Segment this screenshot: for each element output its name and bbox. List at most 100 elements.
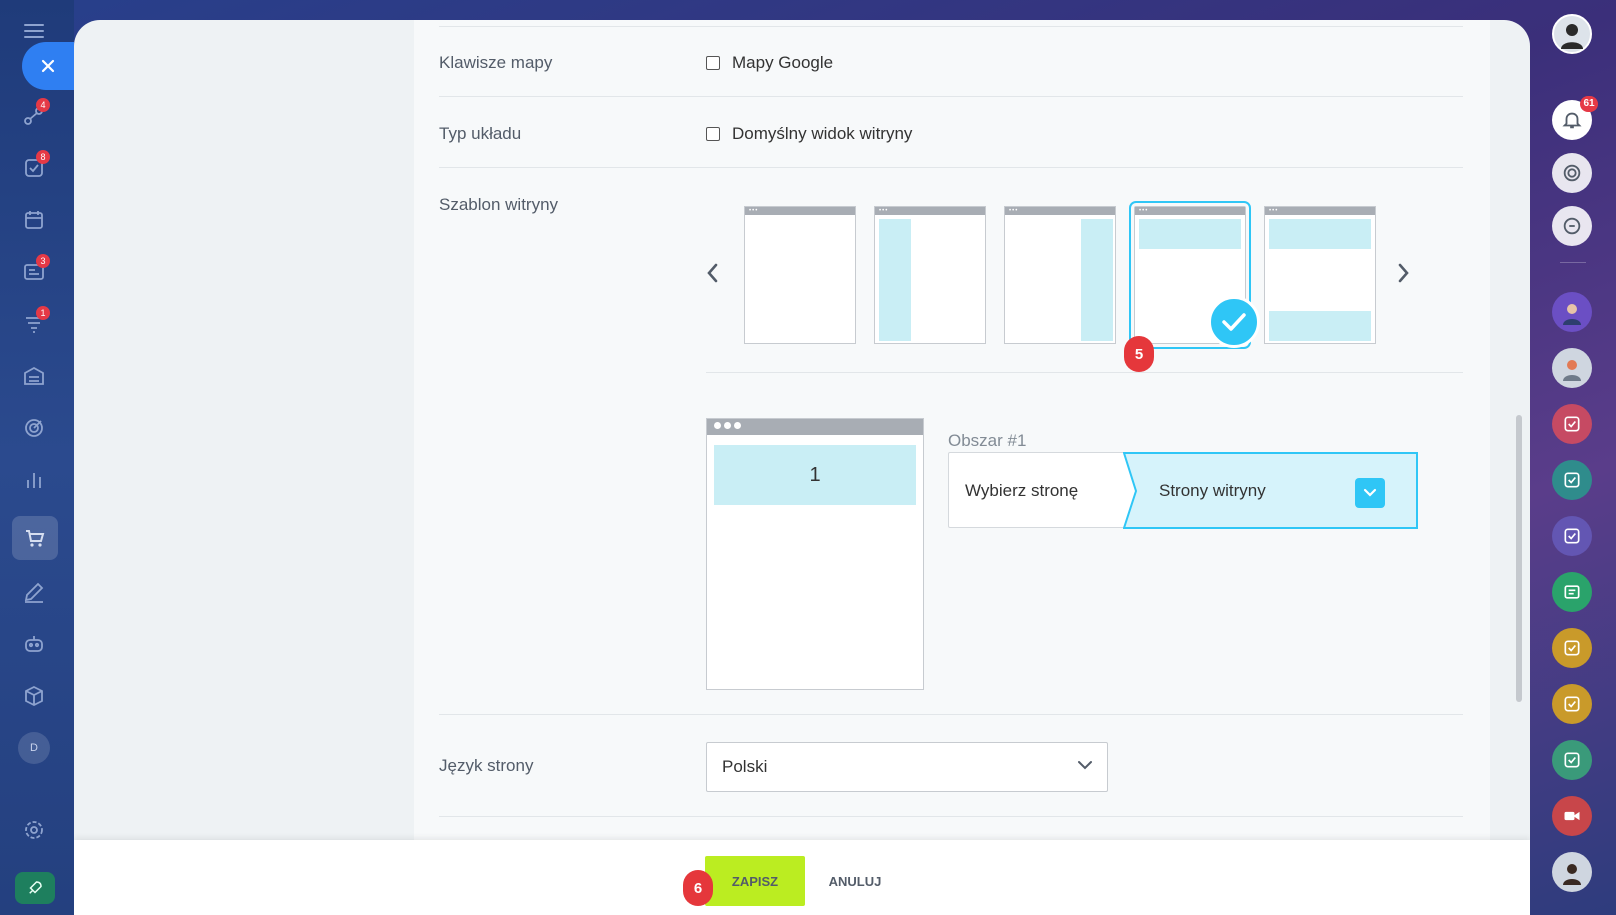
right-sidebar: 61	[1530, 0, 1616, 915]
contact-avatar[interactable]	[1552, 292, 1592, 332]
window-dots-icon: •••	[1139, 208, 1149, 214]
window-dots-icon: •••	[1009, 208, 1019, 214]
area-site-pages-label[interactable]: Strony witryny	[1159, 453, 1266, 529]
search-chat-button[interactable]	[1552, 206, 1592, 246]
scrollbar-thumb[interactable]	[1516, 415, 1522, 702]
sidebar-item-shop[interactable]	[12, 516, 58, 560]
template-next-button[interactable]	[1392, 261, 1416, 285]
site-template-label: Szablon witryny	[439, 195, 559, 214]
google-maps-label: Mapy Google	[732, 53, 834, 72]
profile-avatar[interactable]: D	[18, 732, 50, 764]
divider	[439, 167, 1463, 168]
template-block	[1139, 219, 1241, 249]
video-call-button[interactable]	[1552, 796, 1592, 836]
left-sidebar: 4 8 3 1 D	[0, 0, 74, 915]
task-icon	[1564, 640, 1580, 656]
preview-area-1[interactable]: 1	[714, 445, 916, 505]
person-icon	[1563, 864, 1581, 885]
sidebar-item-calendar[interactable]	[16, 202, 52, 238]
checkbox-box[interactable]	[706, 127, 720, 141]
step-badge-5: 5	[1124, 336, 1154, 372]
chat-search-icon	[1563, 217, 1581, 235]
sidebar-item-sign[interactable]	[16, 574, 52, 610]
sidebar-item-store[interactable]	[16, 358, 52, 394]
save-button[interactable]: ZAPISZ	[705, 856, 805, 906]
language-label: Język strony	[439, 756, 534, 775]
layout-type-label: Typ układu	[439, 124, 522, 143]
gear-icon	[25, 821, 43, 839]
contact-avatar[interactable]	[1552, 852, 1592, 892]
template-option-right-sidebar[interactable]: •••	[1004, 206, 1116, 344]
window-bar	[745, 207, 855, 215]
separator	[1560, 262, 1586, 263]
badge: 1	[36, 306, 50, 320]
template-block	[1269, 311, 1371, 341]
template-option-empty[interactable]: •••	[744, 206, 856, 344]
cart-icon	[26, 530, 45, 547]
copilot-button[interactable]	[1552, 153, 1592, 193]
language-select[interactable]: Polski	[706, 742, 1108, 792]
close-slider-button[interactable]	[22, 42, 74, 90]
box-icon	[25, 685, 43, 707]
template-option-header-footer[interactable]: •••	[1264, 206, 1376, 344]
user-avatar[interactable]	[1552, 14, 1592, 54]
task-icon	[1564, 472, 1580, 488]
default-view-checkbox[interactable]: Domyślny widok witryny	[706, 124, 912, 144]
template-block	[879, 219, 911, 341]
divider	[439, 714, 1463, 715]
checkbox-box[interactable]	[706, 56, 720, 70]
default-view-label: Domyślny widok witryny	[732, 124, 913, 143]
badge: 4	[36, 98, 50, 112]
area-dropdown-button[interactable]	[1355, 478, 1385, 508]
slider-panel: Klawisze mapy Mapy Google Typ układu Dom…	[74, 20, 1530, 915]
sidebar-item-settings[interactable]	[16, 812, 52, 848]
template-prev-button[interactable]	[700, 261, 724, 285]
divider	[439, 816, 1463, 817]
task-icon	[1564, 752, 1580, 768]
rocket-button[interactable]	[15, 872, 55, 904]
sidebar-item-crm[interactable]: 4	[16, 98, 52, 134]
robot-icon	[25, 636, 43, 652]
task-chat-button[interactable]	[1552, 404, 1592, 444]
news-icon	[1564, 585, 1580, 599]
task-icon	[1564, 528, 1580, 544]
badge: 3	[36, 254, 50, 268]
google-maps-checkbox[interactable]: Mapy Google	[706, 53, 833, 73]
template-option-left-sidebar[interactable]: •••	[874, 206, 986, 344]
sidebar-item-goals[interactable]	[16, 410, 52, 446]
video-camera-icon	[1564, 811, 1580, 821]
task-chat-button[interactable]	[1552, 740, 1592, 780]
chevron-down-icon	[1078, 761, 1092, 770]
task-chat-button[interactable]	[1552, 460, 1592, 500]
language-value: Polski	[722, 757, 768, 776]
task-chat-button[interactable]	[1552, 516, 1592, 556]
person-icon	[1563, 304, 1581, 325]
cancel-button[interactable]: ANULUJ	[816, 856, 894, 906]
divider	[439, 26, 1463, 27]
news-chat-button[interactable]	[1552, 572, 1592, 612]
window-dots-icon	[714, 422, 741, 429]
chevron-right-icon	[1398, 263, 1409, 283]
close-icon	[41, 59, 55, 73]
task-chat-button[interactable]	[1552, 684, 1592, 724]
sidebar-item-feed[interactable]: 3	[16, 254, 52, 290]
sidebar-item-tasks[interactable]: 8	[16, 150, 52, 186]
area-choose-page-label: Wybierz stronę	[965, 481, 1079, 500]
chevron-down-icon	[1363, 488, 1377, 497]
contact-avatar[interactable]	[1552, 348, 1592, 388]
template-block	[1081, 219, 1113, 341]
notifications-button[interactable]: 61	[1552, 96, 1598, 140]
footer-bar: ZAPISZ ANULUJ 6	[74, 840, 1530, 915]
spiral-icon	[1563, 164, 1581, 182]
sidebar-item-analytics[interactable]	[16, 462, 52, 498]
notifications-badge: 61	[1580, 96, 1598, 112]
task-chat-button[interactable]	[1552, 628, 1592, 668]
sidebar-item-inventory[interactable]	[16, 678, 52, 714]
sidebar-item-automation[interactable]	[16, 626, 52, 662]
menu-icon[interactable]	[24, 24, 44, 38]
bell-icon	[1562, 112, 1582, 129]
area-page-selector[interactable]: Wybierz stronę Strony witryny	[948, 452, 1418, 529]
divider	[439, 96, 1463, 97]
sidebar-item-funnel[interactable]: 1	[16, 306, 52, 342]
window-dots-icon: •••	[879, 208, 889, 214]
